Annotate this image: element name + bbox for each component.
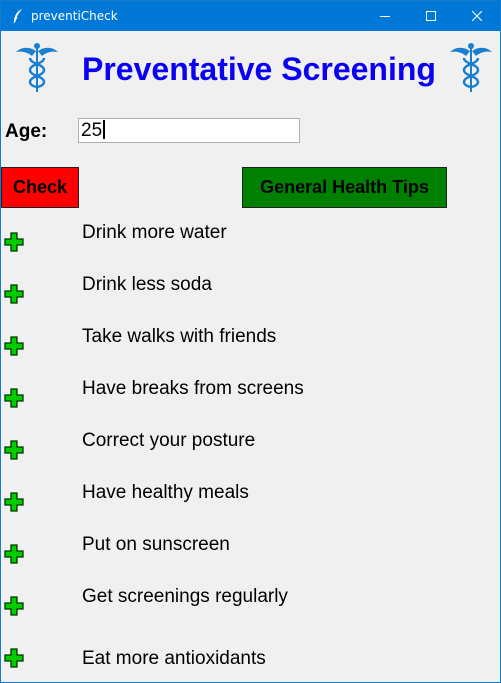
tip-item: Drink more water (82, 222, 227, 243)
age-input-value: 25 (81, 120, 103, 141)
maximize-icon (426, 11, 436, 21)
age-label: Age: (5, 121, 48, 142)
age-input[interactable]: 25 (78, 118, 300, 143)
text-caret (103, 120, 106, 139)
feather-icon (13, 9, 22, 24)
green-plus-icon (4, 440, 24, 460)
caduceus-icon (450, 43, 492, 92)
tip-item: Put on sunscreen (82, 534, 230, 555)
green-plus-icon (4, 544, 24, 564)
close-icon (472, 11, 482, 21)
tip-item: Eat more antioxidants (82, 648, 266, 669)
green-plus-icon (4, 336, 24, 356)
green-plus-icon (4, 388, 24, 408)
tip-item: Have healthy meals (82, 482, 249, 503)
general-health-tips-button[interactable]: General Health Tips (242, 167, 447, 208)
tip-item: Drink less soda (82, 274, 212, 295)
app-window: preventiCheck Preventative Screening Age… (0, 0, 501, 683)
minimize-button[interactable] (362, 1, 408, 31)
green-plus-icon (4, 232, 24, 252)
tip-item: Correct your posture (82, 430, 256, 451)
green-plus-icon (4, 492, 24, 512)
green-plus-icon (4, 596, 24, 616)
caduceus-icon (16, 43, 58, 92)
window-title: preventiCheck (31, 9, 118, 23)
tip-item: Take walks with friends (82, 326, 277, 347)
green-plus-icon (4, 648, 24, 668)
green-plus-icon (4, 284, 24, 304)
maximize-button[interactable] (408, 1, 454, 31)
minimize-icon (380, 16, 390, 17)
title-bar[interactable]: preventiCheck (1, 1, 500, 31)
page-title: Preventative Screening (82, 51, 436, 87)
tip-item: Get screenings regularly (82, 586, 288, 607)
close-button[interactable] (454, 1, 500, 31)
check-button[interactable]: Check (1, 167, 79, 208)
tip-item: Have breaks from screens (82, 378, 304, 399)
